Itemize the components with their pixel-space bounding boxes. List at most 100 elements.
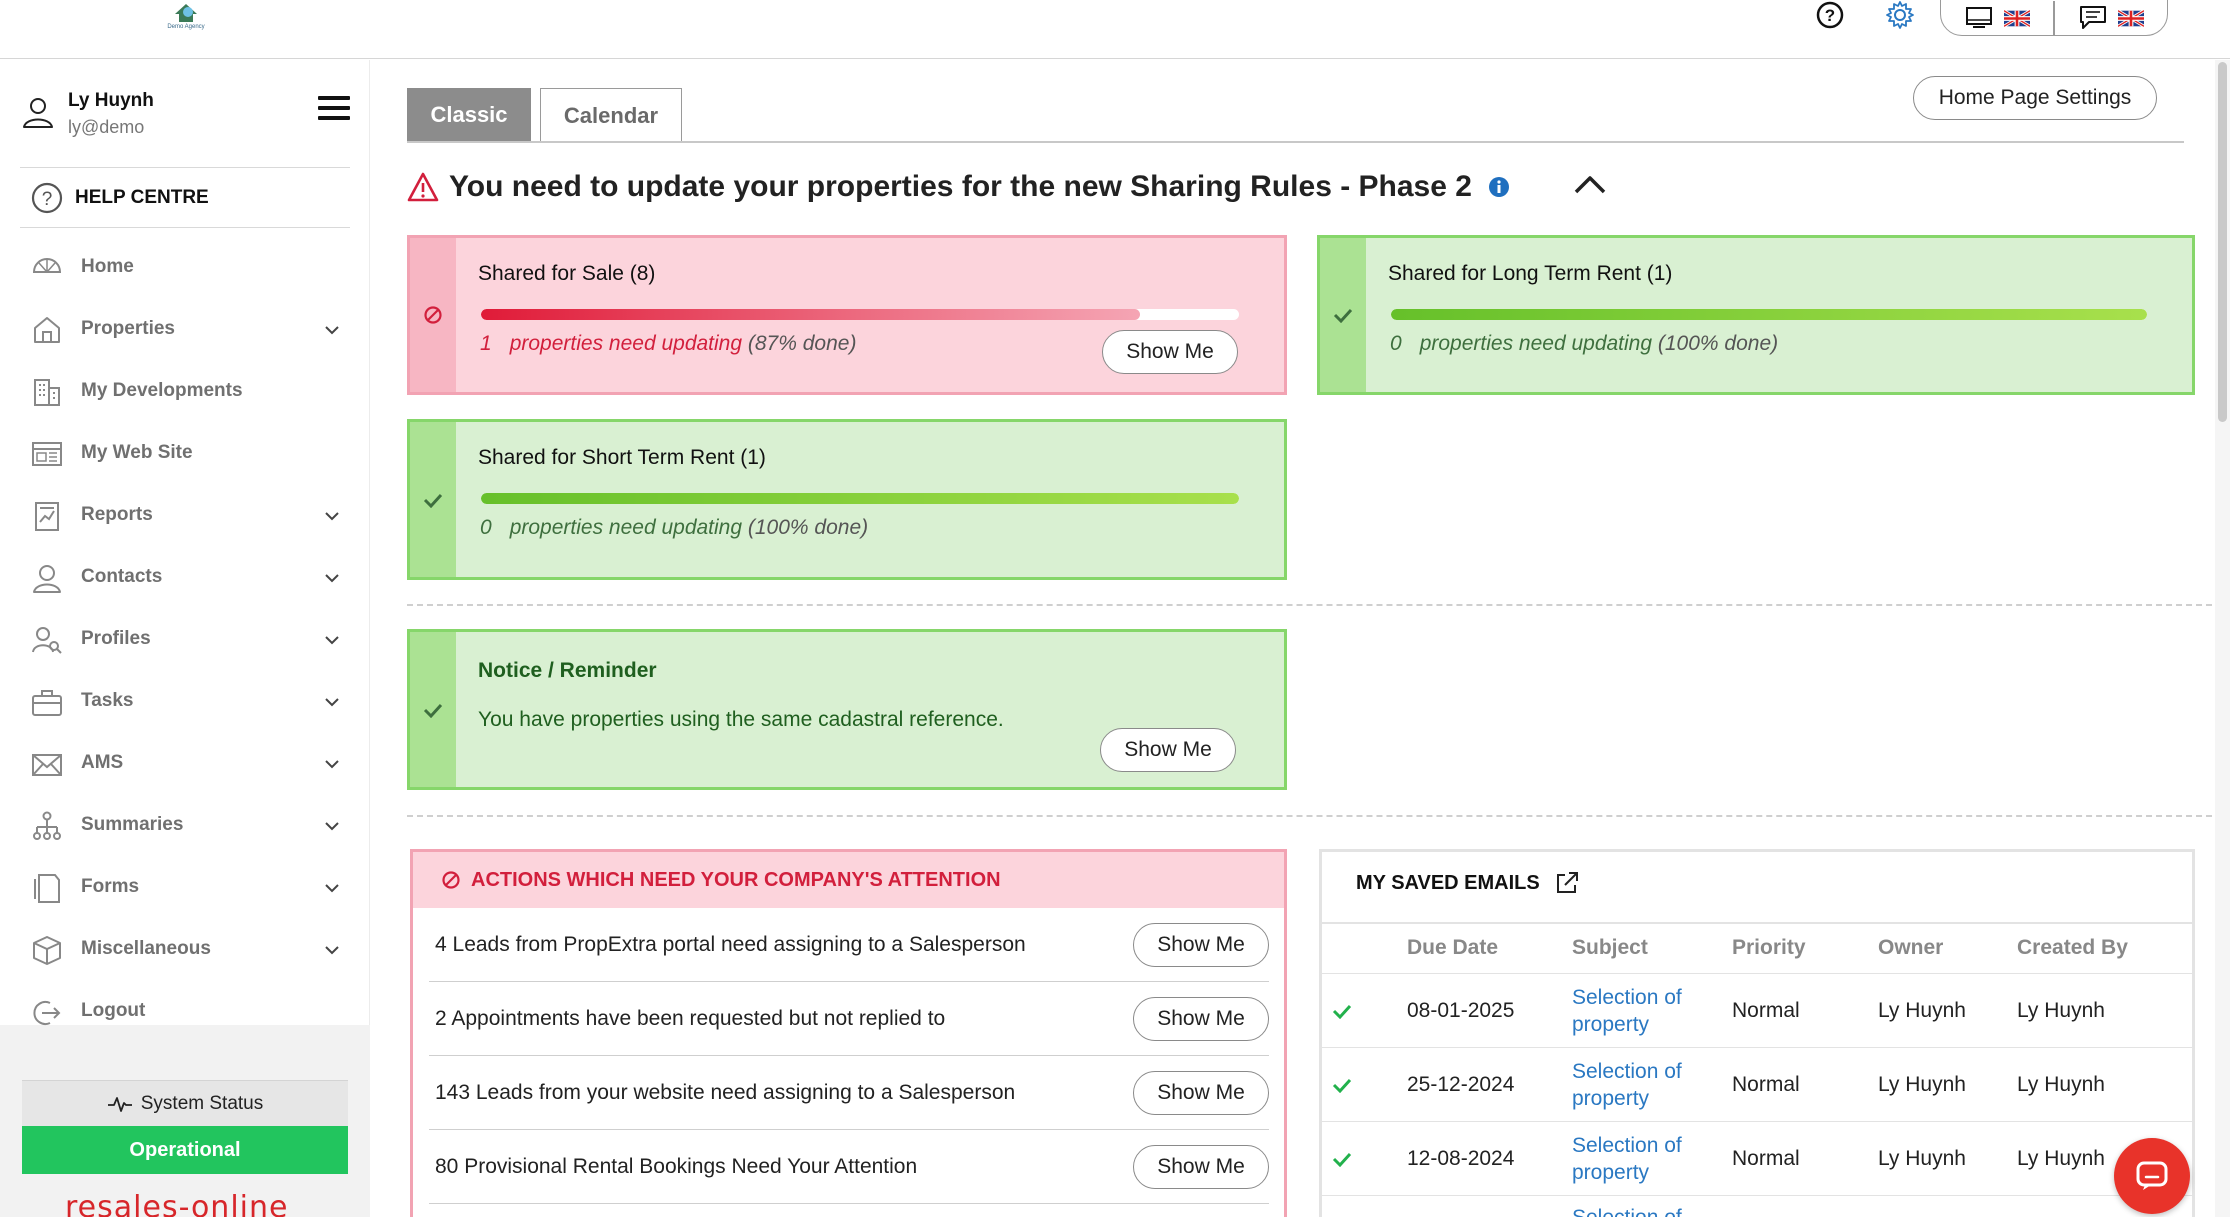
sidebar-item-reports[interactable]: Reports — [20, 494, 350, 538]
table-row[interactable]: 25-12-2024 Selection of property Normal Ly … — [1322, 1047, 2192, 1121]
subject-link[interactable]: Selection of property — [1572, 1122, 1702, 1195]
card-status-strip — [410, 632, 456, 787]
chevron-down-icon[interactable] — [324, 322, 340, 338]
svg-text:?: ? — [42, 189, 53, 210]
company-actions-panel: ACTIONS WHICH NEED YOUR COMPANY'S ATTENT… — [410, 849, 1287, 1217]
sidebar-item-logout[interactable]: Logout — [20, 990, 350, 1034]
table-row[interactable]: Selection of — [1322, 1195, 2192, 1217]
sidebar-item-miscellaneous[interactable]: Miscellaneous — [20, 928, 350, 972]
priority-cell: Normal — [1732, 1146, 1800, 1170]
table-row[interactable]: 12-08-2024 Selection of property Normal Ly … — [1322, 1121, 2192, 1195]
subject-link[interactable]: Selection of property — [1572, 974, 1702, 1047]
pulse-icon — [107, 1096, 132, 1112]
subject-link[interactable]: Selection of — [1572, 1196, 1702, 1217]
card-status-strip — [410, 238, 456, 392]
action-text: 2 Appointments have been requested but n… — [435, 1006, 946, 1030]
company-logo[interactable]: Demo Agency — [158, 2, 214, 32]
user-icon — [23, 98, 53, 128]
column-header-subject[interactable]: Subject — [1572, 936, 1648, 960]
message-icon — [2079, 6, 2106, 29]
sidebar-item-tasks[interactable]: Tasks — [20, 680, 350, 724]
chevron-down-icon[interactable] — [324, 632, 340, 648]
count: 0 — [1390, 332, 1402, 355]
sidebar-item-label: Forms — [81, 876, 140, 897]
display-language-button[interactable] — [1941, 0, 2053, 35]
resales-online-logo: resales-online — [65, 1190, 289, 1217]
tab-calendar[interactable]: Calendar — [540, 88, 682, 142]
chevron-down-icon[interactable] — [324, 818, 340, 834]
sidebar-item-properties[interactable]: Properties — [20, 308, 350, 352]
hamburger-menu-icon[interactable] — [318, 96, 350, 122]
help-icon[interactable]: ? — [1813, 0, 1847, 30]
chevron-down-icon[interactable] — [324, 570, 340, 586]
saved-emails-title: MY SAVED EMAILS — [1356, 871, 1540, 894]
chevron-down-icon[interactable] — [324, 756, 340, 772]
user-name: Ly Huynh — [68, 90, 154, 111]
priority-cell: Normal — [1732, 1072, 1800, 1096]
info-icon[interactable] — [1488, 176, 1510, 198]
uk-flag-icon — [2004, 9, 2031, 27]
box-icon — [33, 936, 61, 965]
show-me-button[interactable]: Show Me — [1133, 997, 1269, 1041]
chevron-down-icon[interactable] — [324, 508, 340, 524]
column-header-priority[interactable]: Priority — [1732, 936, 1806, 960]
action-row: 2 Appointments have been requested but n… — [429, 982, 1269, 1056]
page-scrollbar[interactable] — [2215, 60, 2230, 1217]
scrollbar-thumb[interactable] — [2218, 62, 2227, 422]
message-language-button[interactable] — [2055, 0, 2167, 35]
action-text: 80 Provisional Rental Bookings Need Your… — [435, 1154, 918, 1178]
sidebar-item-my-developments[interactable]: My Developments — [20, 370, 350, 414]
column-header-owner[interactable]: Owner — [1878, 936, 1943, 960]
shared-for-sale-card: Shared for Sale (8) 1 properties need upd… — [407, 235, 1287, 395]
sidebar-item-label: AMS — [81, 752, 124, 773]
show-me-button[interactable]: Show Me — [1100, 728, 1236, 772]
column-header-due-date[interactable]: Due Date — [1407, 936, 1498, 960]
gear-icon[interactable] — [1883, 0, 1917, 30]
due-date-cell: 08-01-2025 — [1407, 998, 1515, 1022]
help-centre-link[interactable]: ? HELP CENTRE — [20, 170, 350, 228]
due-date-cell: 25-12-2024 — [1407, 1072, 1515, 1096]
external-link-icon[interactable] — [1554, 870, 1580, 896]
show-me-button[interactable]: Show Me — [1133, 923, 1269, 967]
sidebar-item-home[interactable]: Home — [20, 246, 350, 290]
column-header-created-by[interactable]: Created By — [2017, 936, 2128, 960]
sidebar-item-contacts[interactable]: Contacts — [20, 556, 350, 600]
tab-classic[interactable]: Classic — [407, 88, 531, 142]
chevron-down-icon[interactable] — [324, 694, 340, 710]
user-profile[interactable]: Ly Huynh ly@demo — [20, 78, 350, 168]
section-divider — [407, 815, 2222, 817]
table-row[interactable]: 08-01-2025 Selection of property Normal Ly … — [1322, 973, 2192, 1047]
sidebar-item-forms[interactable]: Forms — [20, 866, 350, 910]
count: 1 — [480, 332, 492, 355]
help-centre-label: HELP CENTRE — [75, 187, 209, 208]
chevron-down-icon[interactable] — [324, 942, 340, 958]
sidebar-item-profiles[interactable]: Profiles — [20, 618, 350, 662]
owner-cell: Ly Huynh — [1878, 1072, 1966, 1096]
sidebar-item-ams[interactable]: AMS — [20, 742, 350, 786]
show-me-button[interactable]: Show Me — [1133, 1145, 1269, 1189]
chat-button[interactable] — [2114, 1138, 2190, 1214]
sidebar-item-summaries[interactable]: Summaries — [20, 804, 350, 848]
chevron-down-icon[interactable] — [324, 880, 340, 896]
card-title: Shared for Sale (8) — [478, 262, 656, 285]
help-circle-icon: ? — [31, 182, 63, 214]
sidebar-item-label: Miscellaneous — [81, 938, 211, 959]
sidebar-item-label: Home — [81, 256, 134, 277]
language-selector[interactable] — [1940, 0, 2168, 36]
sidebar-item-label: Summaries — [81, 814, 184, 835]
logout-icon — [33, 1001, 61, 1025]
show-me-button[interactable]: Show Me — [1133, 1071, 1269, 1115]
created-by-cell: Ly Huynh — [2017, 1146, 2105, 1170]
hierarchy-icon — [33, 811, 61, 840]
progress-bar-fill — [1391, 309, 2147, 320]
sidebar-item-my-web-site[interactable]: My Web Site — [20, 432, 350, 476]
saved-emails-header: MY SAVED EMAILS — [1356, 870, 1580, 896]
divider — [1322, 922, 2192, 924]
collapse-chevron-up-icon[interactable] — [1573, 173, 1607, 195]
logo-text: Demo Agency — [167, 24, 205, 30]
subject-link[interactable]: Selection of property — [1572, 1048, 1702, 1121]
show-me-button[interactable]: Show Me — [1102, 330, 1238, 374]
priority-cell: Normal — [1732, 998, 1800, 1022]
system-status[interactable]: System Status Operational — [22, 1080, 348, 1174]
home-page-settings-button[interactable]: Home Page Settings — [1913, 76, 2157, 120]
